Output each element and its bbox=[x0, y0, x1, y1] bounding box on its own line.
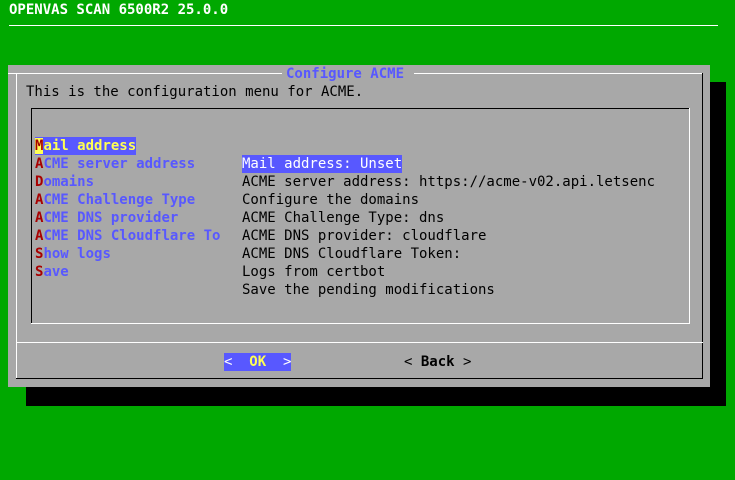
menu-tag-label: CME Challenge Type bbox=[43, 192, 196, 208]
menu-tag-label: CME DNS Cloudflare To bbox=[43, 228, 221, 244]
back-button[interactable]: < Back > bbox=[404, 353, 471, 371]
menu-item-description: Mail address: Unset bbox=[242, 155, 403, 173]
menu-item-acme-dns-cloudflare-token[interactable]: ACME DNS Cloudflare To ACME DNS Cloudfla… bbox=[35, 209, 461, 262]
button-separator bbox=[16, 342, 703, 343]
ok-button-right-bracket: > bbox=[283, 354, 292, 370]
menu-item-show-logs[interactable]: Show logs Logs from certbot bbox=[35, 227, 385, 280]
dialog-frame-top-left bbox=[8, 73, 282, 74]
back-button-label: Back bbox=[420, 354, 455, 370]
back-button-right-bracket: > bbox=[463, 354, 472, 370]
menu-item-description: ACME Challenge Type: dns bbox=[242, 210, 445, 226]
menu-item-mail-address[interactable]: Mail address Mail address: Unset bbox=[35, 119, 403, 173]
menu-item-description: ACME DNS Cloudflare Token: bbox=[242, 246, 462, 262]
dialog-prompt: This is the configuration menu for ACME. bbox=[26, 84, 364, 100]
ok-button-label: OK bbox=[249, 354, 267, 370]
menu-frame-bottom bbox=[31, 323, 690, 324]
menu-tag-label: how logs bbox=[43, 246, 111, 262]
ok-button-left-bracket: < bbox=[224, 354, 233, 370]
menu-item-description: ACME server address: https://acme-v02.ap… bbox=[242, 174, 656, 190]
menu-item-description: Logs from certbot bbox=[242, 264, 386, 280]
back-button-left-bracket: < bbox=[404, 354, 413, 370]
dialog-frame-left bbox=[16, 73, 17, 379]
menu-item-description: ACME DNS provider: cloudflare bbox=[242, 228, 487, 244]
menu-item-save[interactable]: Save Save the pending modifications bbox=[35, 245, 495, 298]
menu-tag-label: ave bbox=[43, 264, 69, 280]
dialog-frame-bottom bbox=[16, 378, 703, 379]
menu-tag-label: CME server address bbox=[43, 156, 196, 172]
dialog-title: Configure ACME bbox=[284, 65, 407, 83]
menu-item-description: Save the pending modifications bbox=[242, 282, 495, 298]
menu-frame-left bbox=[31, 108, 32, 324]
dialog-frame-top-right bbox=[414, 73, 702, 74]
menu-item-description: Configure the domains bbox=[242, 192, 420, 208]
menu-item-domains[interactable]: Domains Configure the domains bbox=[35, 155, 419, 208]
menu-item-acme-server-address[interactable]: ACME server address ACME server address:… bbox=[35, 137, 655, 190]
menu-item-acme-dns-provider[interactable]: ACME DNS provider ACME DNS provider: clo… bbox=[35, 191, 486, 244]
backtitle-underline bbox=[9, 25, 718, 26]
menu-frame-right bbox=[689, 108, 690, 324]
dialog-frame-right bbox=[702, 73, 703, 379]
menu-item-acme-challenge-type[interactable]: ACME Challenge Type ACME Challenge Type:… bbox=[35, 173, 444, 226]
backtitle: OPENVAS SCAN 6500R2 25.0.0 bbox=[9, 2, 229, 18]
menu-frame-top bbox=[31, 108, 689, 109]
ok-button[interactable]: < OK > bbox=[224, 353, 292, 371]
menu-tag-label: ail address bbox=[43, 138, 137, 154]
menu-tag-label: CME DNS provider bbox=[43, 210, 179, 226]
